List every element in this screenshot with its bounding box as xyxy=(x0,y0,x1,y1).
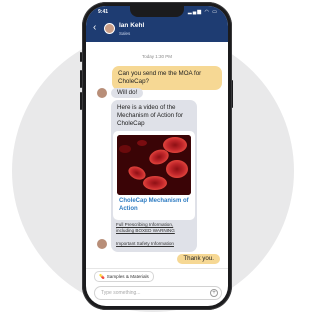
video-thumbnail[interactable] xyxy=(117,135,191,195)
chat-thread: Today 1:30 PM Can you send me the MOA fo… xyxy=(86,42,228,302)
phone-screen: 9:41 ▂▄▆ ◠ ▭ ‹ Ian Kehl Sales Today 1:30… xyxy=(86,6,228,306)
quick-actions-bar: 💊 Samples & Materials xyxy=(86,268,228,283)
message-incoming: Will do! xyxy=(111,88,144,98)
contact-name: Ian Kehl xyxy=(119,22,145,29)
status-icons: ▂▄▆ ◠ ▭ xyxy=(187,9,218,15)
prescribing-info-link[interactable]: Full Prescribing Information, including … xyxy=(116,222,192,233)
sender-avatar xyxy=(97,239,107,249)
notch xyxy=(130,6,184,17)
status-time: 9:41 xyxy=(98,9,109,15)
message-input[interactable] xyxy=(101,287,201,299)
video-title[interactable]: CholeCap Mechanism of Action xyxy=(119,198,191,213)
contact-role: Sales xyxy=(119,31,131,36)
add-attachment-icon[interactable]: + xyxy=(210,289,218,297)
safety-info-link[interactable]: Important Safety Information xyxy=(116,241,192,247)
pill-icon: 💊 xyxy=(99,274,105,279)
chip-label: Samples & Materials xyxy=(106,274,149,279)
video-card[interactable]: CholeCap Mechanism of Action xyxy=(113,131,195,220)
sender-avatar xyxy=(97,88,107,98)
message-input-bar: + xyxy=(94,286,222,300)
message-outgoing: Thank you. xyxy=(177,254,220,264)
contact-avatar xyxy=(104,23,115,34)
back-chevron-icon[interactable]: ‹ xyxy=(93,23,96,33)
message-text: Can you send me the MOA for CholeCap? xyxy=(118,70,202,85)
message-text: Here is a video of the Mechanism of Acti… xyxy=(117,104,184,127)
chat-timestamp: Today 1:30 PM xyxy=(141,54,173,59)
samples-materials-chip[interactable]: 💊 Samples & Materials xyxy=(94,271,154,282)
blood-cells-image xyxy=(117,135,191,195)
message-text: Will do! xyxy=(117,89,138,96)
message-outgoing: Can you send me the MOA for CholeCap? xyxy=(112,66,222,90)
phone-frame: 9:41 ▂▄▆ ◠ ▭ ‹ Ian Kehl Sales Today 1:30… xyxy=(82,2,232,310)
message-text: Thank you. xyxy=(183,255,214,262)
